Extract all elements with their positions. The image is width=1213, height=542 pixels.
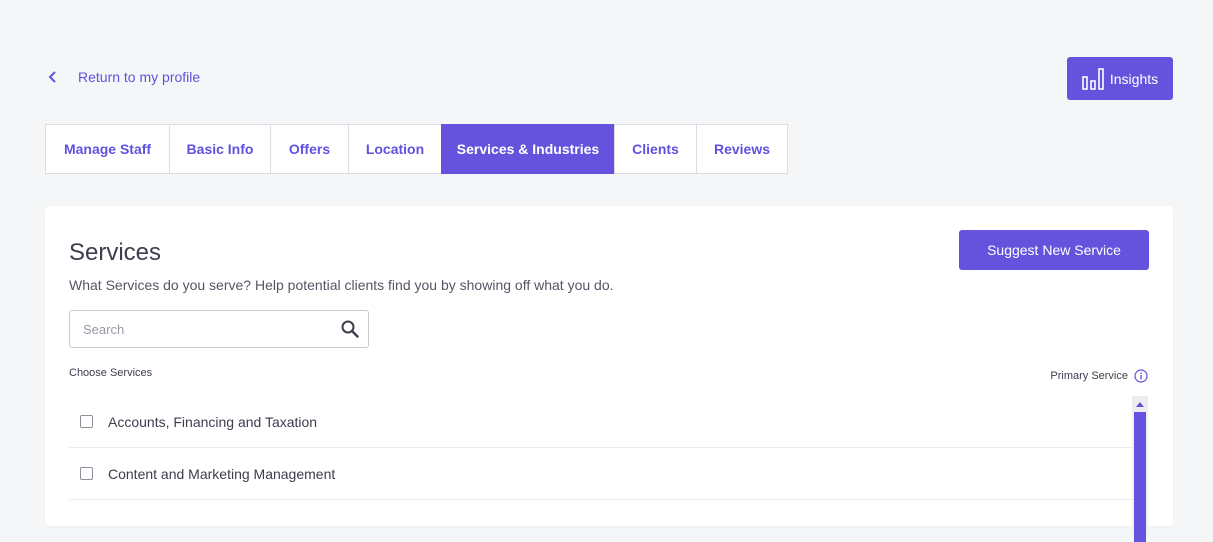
services-list: Accounts, Financing and Taxation Content… xyxy=(69,396,1132,500)
tab-basic-info[interactable]: Basic Info xyxy=(169,124,271,174)
service-checkbox[interactable] xyxy=(80,415,93,428)
return-to-profile-label: Return to my profile xyxy=(78,69,201,85)
tab-clients[interactable]: Clients xyxy=(614,124,697,174)
profile-tabs: Manage Staff Basic Info Offers Location … xyxy=(45,124,788,174)
search-icon[interactable] xyxy=(341,320,359,343)
scrollbar-thumb[interactable] xyxy=(1134,412,1146,542)
list-item: Content and Marketing Management xyxy=(69,448,1132,500)
tab-services-industries[interactable]: Services & Industries xyxy=(441,124,615,174)
service-label: Accounts, Financing and Taxation xyxy=(108,413,318,430)
tab-reviews[interactable]: Reviews xyxy=(696,124,788,174)
services-subtitle: What Services do you serve? Help potenti… xyxy=(69,277,614,293)
primary-service-label: Primary Service xyxy=(1050,370,1128,382)
suggest-new-service-button[interactable]: Suggest New Service xyxy=(959,230,1149,270)
tab-manage-staff[interactable]: Manage Staff xyxy=(45,124,170,174)
list-item: Accounts, Financing and Taxation xyxy=(69,396,1132,448)
scroll-up-arrow-icon[interactable] xyxy=(1132,396,1148,412)
service-label: Content and Marketing Management xyxy=(108,465,336,482)
services-title: Services xyxy=(69,239,162,266)
info-icon[interactable] xyxy=(1134,369,1148,383)
service-checkbox[interactable] xyxy=(80,467,93,480)
tab-location[interactable]: Location xyxy=(348,124,442,174)
primary-service-header: Primary Service xyxy=(1050,369,1148,383)
chevron-left-icon xyxy=(48,71,78,83)
return-to-profile-link[interactable]: Return to my profile xyxy=(48,69,200,85)
list-scrollbar[interactable] xyxy=(1132,396,1148,542)
search-input[interactable] xyxy=(70,320,335,338)
insights-label: Insights xyxy=(1109,70,1159,87)
choose-services-label: Choose Services xyxy=(69,367,153,379)
search-field xyxy=(69,310,369,348)
bar-chart-icon xyxy=(1082,67,1104,90)
tab-offers[interactable]: Offers xyxy=(270,124,349,174)
insights-button[interactable]: Insights xyxy=(1067,57,1173,100)
services-card: Services What Services do you serve? Hel… xyxy=(45,206,1173,542)
